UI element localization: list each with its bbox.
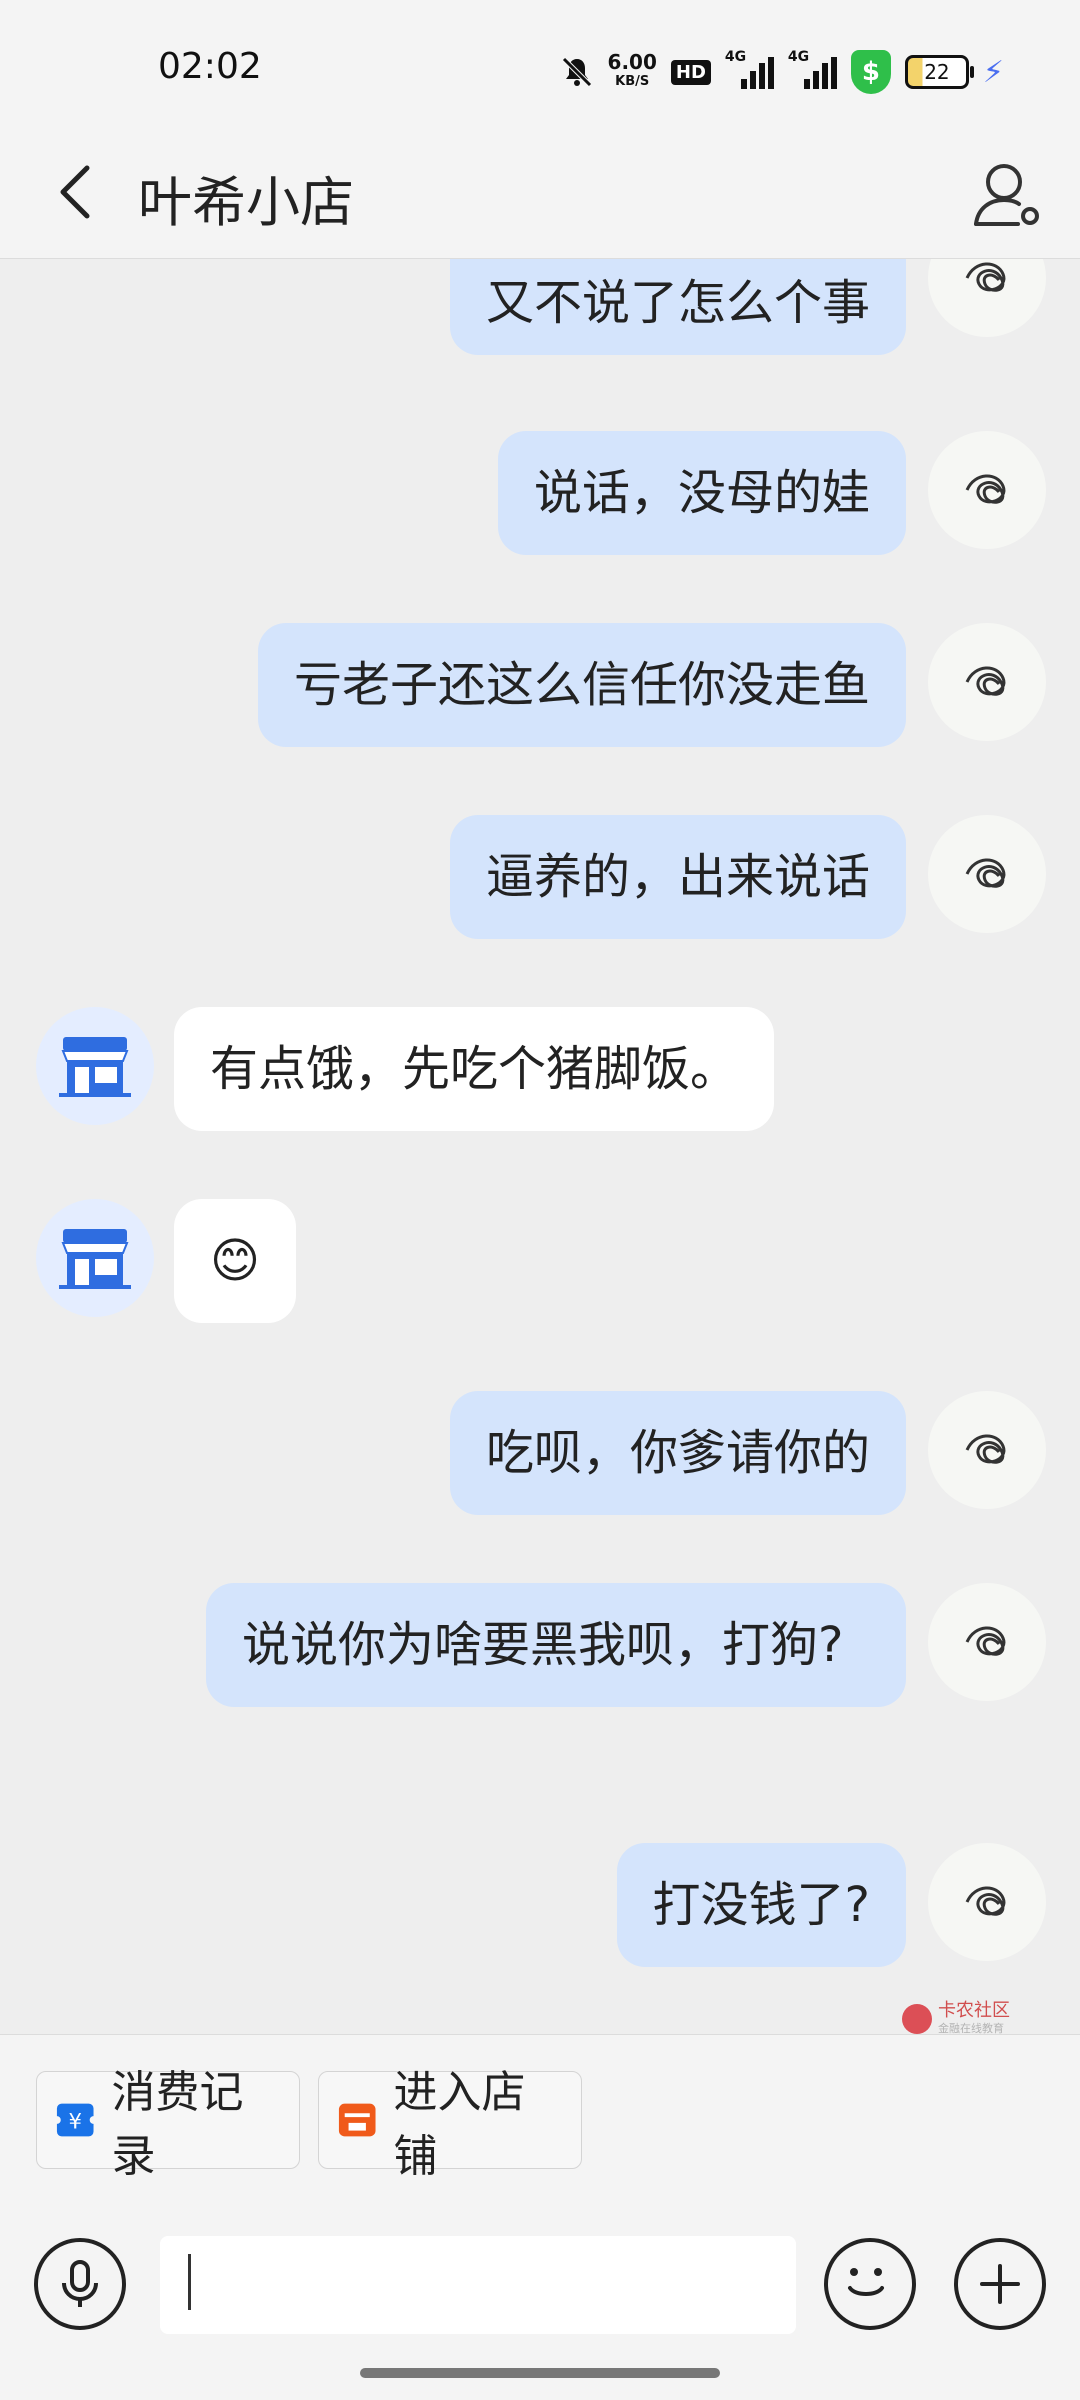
quick-action-bar: ¥ 消费记录 进入店铺 — [0, 2034, 1080, 2185]
shop-emoji-bubble[interactable]: 😊 — [174, 1199, 297, 1323]
watermark-subtitle: 金融在线教育 — [938, 2022, 1004, 2035]
more-button[interactable] — [954, 2238, 1046, 2330]
scribble-avatar-icon — [965, 474, 1006, 504]
back-button[interactable] — [40, 152, 110, 232]
consumption-records-label: 消费记录 — [111, 2067, 244, 2182]
scribble-avatar-icon — [965, 666, 1006, 696]
ticket-icon: ¥ — [55, 2103, 96, 2137]
scribble-avatar-icon — [965, 262, 1006, 292]
my-message-bubble[interactable]: 逼养的，出来说话 — [449, 815, 906, 939]
shop-avatar[interactable] — [36, 1007, 154, 1125]
network-speed-value: 6.00 — [607, 50, 657, 74]
message-row: 逼养的，出来说话 — [0, 815, 1080, 939]
sim1-label: 4G — [724, 49, 747, 65]
my-avatar[interactable] — [928, 815, 1046, 933]
chat-title: 叶希小店 — [138, 171, 354, 234]
user-settings-icon — [974, 164, 1039, 226]
voice-button[interactable] — [34, 2238, 126, 2330]
sim2-label: 4G — [787, 49, 810, 65]
status-time: 02:02 — [158, 46, 262, 87]
profile-button[interactable] — [968, 154, 1048, 234]
svg-text:¥: ¥ — [68, 2109, 81, 2134]
message-row: 有点饿，先吃个猪脚饭。 — [0, 1007, 1080, 1131]
network-speed-unit: KB/S — [615, 74, 650, 89]
watermark-title: 卡农社区 — [938, 2000, 1010, 2021]
signal-icon: 4G — [788, 49, 837, 89]
chat-header: 叶希小店 — [0, 130, 1080, 259]
watermark-text: 卡农社区 金融在线教育 — [938, 2002, 1010, 2036]
network-speed: 6.00 KB/S — [607, 50, 657, 91]
emoji-button[interactable] — [824, 2238, 916, 2330]
store-icon — [59, 1229, 131, 1289]
watermark-logo-icon — [902, 2004, 932, 2034]
message-row: 😊 — [0, 1199, 1080, 1323]
charging-icon: ⚡ — [982, 54, 1004, 90]
shield-icon: $ — [850, 50, 891, 94]
chevron-left-icon — [60, 165, 90, 219]
status-bar: 02:02 6.00 KB/S HD 4G 4G $ 22 ⚡ — [0, 0, 1080, 130]
battery-icon: 22 — [904, 55, 974, 89]
message-row: 打没钱了? — [0, 1843, 1080, 1967]
message-row: 又不说了怎么个事 — [0, 259, 1080, 359]
my-message-bubble[interactable]: 又不说了怎么个事 — [449, 259, 906, 355]
my-message-bubble[interactable]: 打没钱了? — [616, 1843, 906, 1967]
home-indicator[interactable] — [360, 2368, 720, 2378]
text-cursor — [188, 2254, 191, 2310]
my-message-bubble[interactable]: 说说你为啥要黑我呗，打狗? — [206, 1583, 906, 1707]
microphone-icon — [62, 2260, 98, 2307]
message-row: 说说你为啥要黑我呗，打狗? — [0, 1583, 1080, 1771]
status-icons: 6.00 KB/S HD 4G 4G $ 22 ⚡ — [560, 49, 1004, 94]
smiley-icon — [848, 2268, 884, 2296]
store-icon — [59, 1037, 131, 1097]
shop-avatar[interactable] — [36, 1199, 154, 1317]
store-icon — [338, 2103, 376, 2137]
scribble-avatar-icon — [965, 858, 1006, 888]
my-avatar[interactable] — [928, 1391, 1046, 1509]
consumption-records-button[interactable]: ¥ 消费记录 — [36, 2067, 300, 2182]
enter-shop-button[interactable]: 进入店铺 — [318, 2067, 582, 2182]
battery-level: 22 — [924, 60, 950, 84]
scribble-avatar-icon — [965, 1886, 1006, 1916]
my-avatar[interactable] — [928, 431, 1046, 549]
my-avatar[interactable] — [928, 1843, 1046, 1961]
message-input[interactable] — [160, 2236, 796, 2334]
chat-messages[interactable]: 又不说了怎么个事 说话，没母的娃 亏老子还这么信任你没走鱼 逼养的，出来说话 有… — [0, 259, 1080, 2034]
hd-icon: HD — [670, 59, 711, 85]
my-message-bubble[interactable]: 说话，没母的娃 — [497, 431, 906, 555]
enter-shop-label: 进入店铺 — [393, 2067, 526, 2182]
my-avatar[interactable] — [928, 1583, 1046, 1701]
my-message-bubble[interactable]: 吃呗，你爹请你的 — [449, 1391, 906, 1515]
message-row: 亏老子还这么信任你没走鱼 — [0, 623, 1080, 747]
my-message-bubble[interactable]: 亏老子还这么信任你没走鱼 — [257, 623, 906, 747]
message-row: 说话，没母的娃 — [0, 431, 1080, 555]
shop-message-bubble[interactable]: 有点饿，先吃个猪脚饭。 — [174, 1007, 775, 1131]
scribble-avatar-icon — [965, 1626, 1006, 1656]
watermark: 卡农社区 金融在线教育 — [902, 2002, 1010, 2036]
scribble-avatar-icon — [965, 1434, 1006, 1464]
my-avatar[interactable] — [928, 259, 1046, 337]
signal-icon: 4G — [725, 49, 774, 89]
mute-bell-icon — [561, 57, 592, 87]
plus-icon — [980, 2264, 1020, 2304]
my-avatar[interactable] — [928, 623, 1046, 741]
message-row: 吃呗，你爹请你的 — [0, 1391, 1080, 1515]
